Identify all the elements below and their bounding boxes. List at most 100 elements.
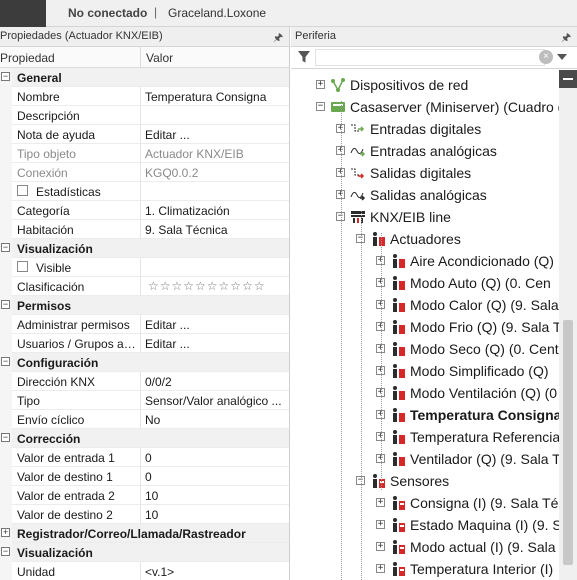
scrollbar-thumb[interactable]: [563, 320, 573, 565]
property-value[interactable]: No: [145, 413, 287, 427]
chevron-down-icon[interactable]: [557, 54, 567, 60]
collapse-icon[interactable]: −: [1, 433, 10, 442]
property-category[interactable]: − Configuración: [0, 353, 289, 372]
tree-node[interactable]: + Modo Frio (Q) (9. Sala T: [291, 316, 577, 338]
collapse-icon[interactable]: −: [1, 243, 10, 252]
property-row[interactable]: Nombre Temperatura Consigna: [0, 87, 289, 106]
property-row[interactable]: Dirección KNX 0/0/2: [0, 372, 289, 391]
row-gutter: [0, 334, 12, 353]
tree-node[interactable]: + Modo Auto (Q) (0. Cen: [291, 272, 577, 294]
property-value[interactable]: 10: [145, 489, 287, 503]
tree-node[interactable]: + Modo Simplificado (Q): [291, 360, 577, 382]
property-category[interactable]: − Permisos: [0, 296, 289, 315]
tree-node[interactable]: + Estado Maquina (I) (9. S: [291, 514, 577, 536]
filter-input[interactable]: [315, 49, 545, 66]
property-value[interactable]: 1. Climatización: [145, 204, 287, 218]
checkbox[interactable]: [17, 185, 28, 196]
property-category[interactable]: − Visualización: [0, 543, 289, 562]
tree-node[interactable]: + Salidas digitales: [291, 162, 577, 184]
tree-node[interactable]: + Ventilador (Q) (9. Sala T: [291, 448, 577, 470]
column-divider[interactable]: [140, 47, 141, 68]
property-value[interactable]: Temperatura Consigna: [145, 90, 287, 104]
analog-output-icon: [350, 187, 366, 203]
property-value[interactable]: Editar ...: [145, 337, 287, 351]
tree-node[interactable]: + Temperatura Consigna: [291, 404, 577, 426]
property-row[interactable]: Tipo Sensor/Valor analógico ...: [0, 391, 289, 410]
property-category[interactable]: − Visualización: [0, 239, 289, 258]
tree-node[interactable]: − Casaserver (Miniserver) (Cuadro de: [291, 96, 577, 118]
expand-icon[interactable]: +: [376, 564, 385, 573]
rating-stars[interactable]: ☆☆☆☆☆☆☆☆☆☆: [148, 279, 266, 293]
checkbox[interactable]: [17, 261, 28, 272]
tree-node[interactable]: + Temperatura Interior (I): [291, 558, 577, 580]
tree-node[interactable]: − Actuadores: [291, 228, 577, 250]
tree-node[interactable]: + Modo Calor (Q) (9. Sala: [291, 294, 577, 316]
property-value[interactable]: 10: [145, 508, 287, 522]
tree-node[interactable]: − KNX/EIB line: [291, 206, 577, 228]
collapse-all-button[interactable]: [559, 70, 577, 88]
property-row[interactable]: Categoría 1. Climatización: [0, 201, 289, 220]
pin-icon[interactable]: 🖈: [273, 29, 283, 48]
collapse-icon[interactable]: −: [1, 72, 10, 81]
analog-input-icon: [350, 143, 366, 159]
clear-filter-icon[interactable]: ×: [539, 50, 553, 64]
property-row[interactable]: Valor de entrada 1 0: [0, 448, 289, 467]
collapse-icon[interactable]: −: [316, 102, 325, 111]
tree-node[interactable]: + Temperatura Referencia: [291, 426, 577, 448]
collapse-icon[interactable]: −: [1, 547, 10, 556]
expand-icon[interactable]: +: [316, 80, 325, 89]
property-value[interactable]: Editar ...: [145, 318, 287, 332]
vertical-scrollbar[interactable]: [559, 70, 577, 580]
property-row[interactable]: Valor de destino 1 0: [0, 467, 289, 486]
tree-node[interactable]: − Sensores: [291, 470, 577, 492]
property-value[interactable]: 0: [145, 451, 287, 465]
property-value[interactable]: 9. Sala Técnica: [145, 223, 287, 237]
property-row[interactable]: Unidad <v.1>: [0, 562, 289, 580]
tree-node[interactable]: + Entradas digitales: [291, 118, 577, 140]
property-row[interactable]: Habitación 9. Sala Técnica: [0, 220, 289, 239]
project-name[interactable]: Graceland.Loxone: [168, 6, 266, 20]
property-row[interactable]: Valor de destino 2 10: [0, 505, 289, 524]
property-row[interactable]: Descripción: [0, 106, 289, 125]
tree-node-label: Temperatura Interior (I): [410, 561, 554, 577]
property-row[interactable]: Nota de ayuda Editar ...: [0, 125, 289, 144]
property-row[interactable]: Usuarios / Grupos au... Editar ...: [0, 334, 289, 353]
property-value[interactable]: Sensor/Valor analógico ...: [145, 394, 287, 408]
tree-node[interactable]: + Modo Seco (Q) (0. Cent: [291, 338, 577, 360]
column-propiedad[interactable]: Propiedad: [0, 51, 55, 65]
tree-node[interactable]: + Dispositivos de red: [291, 74, 577, 96]
tree-node[interactable]: + Aire Acondicionado (Q): [291, 250, 577, 272]
property-value[interactable]: Editar ...: [145, 128, 287, 142]
property-category[interactable]: − Corrección: [0, 429, 289, 448]
expand-icon[interactable]: +: [376, 498, 385, 507]
property-value[interactable]: <v.1>: [145, 565, 287, 579]
filter-icon[interactable]: [297, 50, 311, 64]
row-gutter: [0, 410, 12, 429]
property-category[interactable]: − General: [0, 68, 289, 87]
tree-node[interactable]: + Consigna (I) (9. Sala Téc: [291, 492, 577, 514]
property-row[interactable]: Clasificación ☆☆☆☆☆☆☆☆☆☆: [0, 277, 289, 296]
collapse-icon[interactable]: −: [1, 357, 10, 366]
property-category[interactable]: + Registrador/Correo/Llamada/Rastreador: [0, 524, 289, 543]
property-row[interactable]: Envío cíclico No: [0, 410, 289, 429]
property-row[interactable]: Estadísticas: [0, 182, 289, 201]
tree-node[interactable]: + Salidas analógicas: [291, 184, 577, 206]
property-row[interactable]: Administrar permisos Editar ...: [0, 315, 289, 334]
tree-node[interactable]: + Entradas analógicas: [291, 140, 577, 162]
expand-icon[interactable]: +: [1, 528, 10, 537]
knx-line-icon: [350, 209, 366, 225]
property-row[interactable]: Visible: [0, 258, 289, 277]
tree-node[interactable]: + Modo actual (I) (9. Sala: [291, 536, 577, 558]
collapse-icon[interactable]: −: [1, 300, 10, 309]
property-row[interactable]: Valor de entrada 2 10: [0, 486, 289, 505]
property-row[interactable]: Conexión KGQ0.0.2: [0, 163, 289, 182]
expand-icon[interactable]: +: [376, 542, 385, 551]
property-row[interactable]: Tipo objeto Actuador KNX/EIB: [0, 144, 289, 163]
property-value[interactable]: 0: [145, 470, 287, 484]
property-value[interactable]: 0/0/2: [145, 375, 287, 389]
pin-icon[interactable]: 🖈: [561, 29, 571, 48]
column-valor[interactable]: Valor: [146, 51, 173, 65]
property-label: Dirección KNX: [17, 375, 96, 389]
expand-icon[interactable]: +: [376, 520, 385, 529]
tree-node[interactable]: + Modo Ventilación (Q) (0: [291, 382, 577, 404]
